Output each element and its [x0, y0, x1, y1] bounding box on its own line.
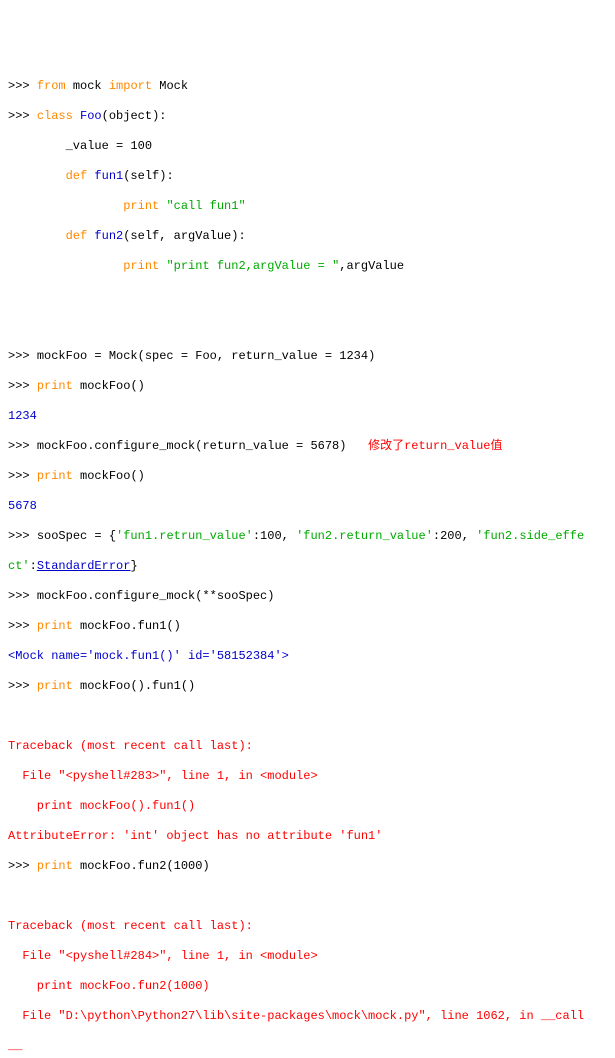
output-line: 5678: [8, 499, 607, 514]
comment-annotation: 修改了return_value值: [368, 439, 502, 453]
traceback-line: print mockFoo().fun1(): [8, 799, 607, 814]
code-line: >>> print mockFoo().fun1(): [8, 679, 607, 694]
code-line: [8, 889, 607, 904]
code-line: >>> from mock import Mock: [8, 79, 607, 94]
code-line: def fun2(self, argValue):: [8, 229, 607, 244]
traceback-line: AttributeError: 'int' object has no attr…: [8, 829, 607, 844]
code-line: print "call fun1": [8, 199, 607, 214]
code-line: ct':StandardError}: [8, 559, 607, 574]
code-line: >>> mockFoo.configure_mock(return_value …: [8, 439, 607, 454]
code-line: >>> print mockFoo(): [8, 469, 607, 484]
output-line: <Mock name='mock.fun1()' id='58152384'>: [8, 649, 607, 664]
code-line: >>> sooSpec = {'fun1.retrun_value':100, …: [8, 529, 607, 544]
traceback-line: File "<pyshell#284>", line 1, in <module…: [8, 949, 607, 964]
python-shell-output[interactable]: >>> from mock import Mock >>> class Foo(…: [8, 64, 607, 1058]
code-line: [8, 319, 607, 334]
code-line: >>> print mockFoo.fun2(1000): [8, 859, 607, 874]
code-line: def fun1(self):: [8, 169, 607, 184]
code-line: >>> mockFoo = Mock(spec = Foo, return_va…: [8, 349, 607, 364]
traceback-line: __: [8, 1039, 607, 1054]
traceback-line: Traceback (most recent call last):: [8, 739, 607, 754]
code-line: _value = 100: [8, 139, 607, 154]
code-line: >>> print mockFoo.fun1(): [8, 619, 607, 634]
traceback-line: File "D:\python\Python27\lib\site-packag…: [8, 1009, 607, 1024]
traceback-line: Traceback (most recent call last):: [8, 919, 607, 934]
traceback-line: File "<pyshell#283>", line 1, in <module…: [8, 769, 607, 784]
code-line: [8, 709, 607, 724]
code-line: [8, 289, 607, 304]
code-line: >>> mockFoo.configure_mock(**sooSpec): [8, 589, 607, 604]
code-line: >>> print mockFoo(): [8, 379, 607, 394]
code-line: print "print fun2,argValue = ",argValue: [8, 259, 607, 274]
output-line: 1234: [8, 409, 607, 424]
code-line: >>> class Foo(object):: [8, 109, 607, 124]
traceback-line: print mockFoo.fun2(1000): [8, 979, 607, 994]
